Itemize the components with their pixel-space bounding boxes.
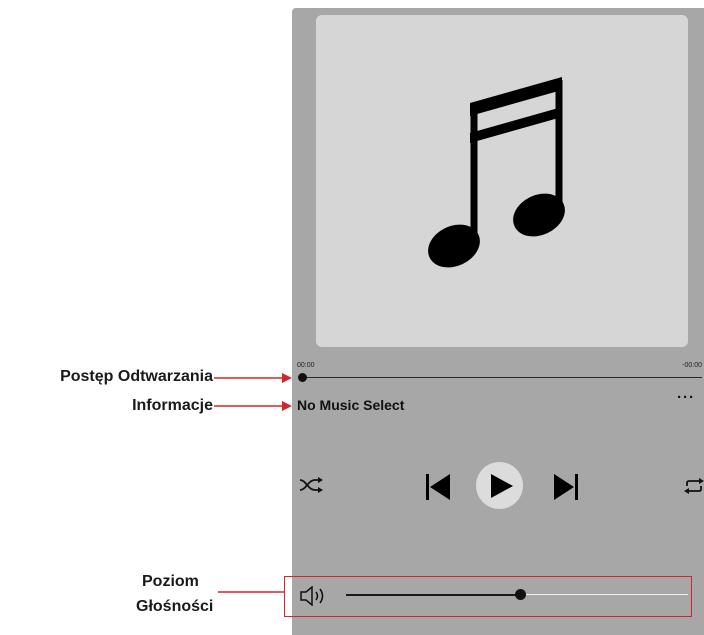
annotation-arrows xyxy=(214,373,292,593)
info-arrowhead xyxy=(282,401,292,411)
progress-arrowhead xyxy=(282,373,292,383)
